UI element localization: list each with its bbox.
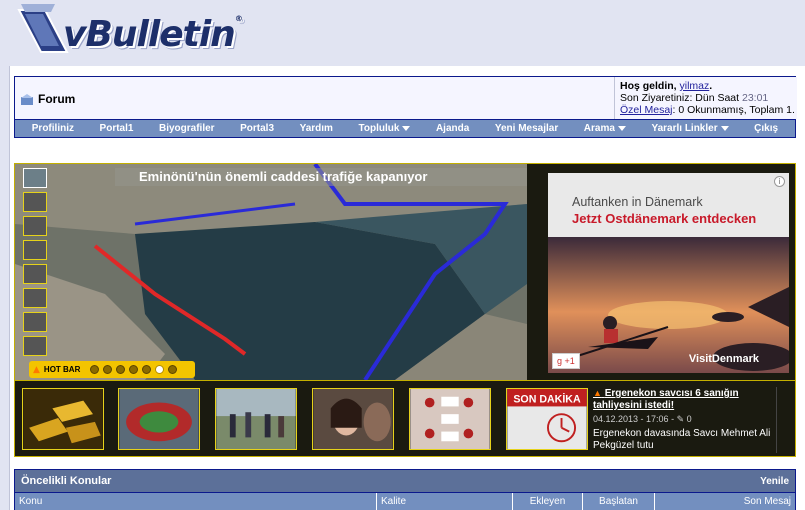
vbulletin-logo[interactable]: vBulletin® bbox=[15, 2, 243, 64]
header-logo-area: vBulletin® bbox=[9, 0, 805, 66]
hotbar-dot[interactable] bbox=[103, 365, 113, 374]
nav-item-arama[interactable]: Arama bbox=[584, 123, 626, 134]
hotbar: ▲ HOT BAR bbox=[29, 361, 195, 378]
hotbar-dot[interactable] bbox=[116, 365, 126, 374]
slider-thumbnail[interactable] bbox=[23, 216, 47, 236]
nav-item-topluluk[interactable]: Topluluk bbox=[358, 123, 411, 134]
hotbar-label: HOT BAR bbox=[43, 365, 81, 374]
chevron-down-icon bbox=[402, 126, 411, 131]
featured-news-body: Ergenekon davasında Savcı Mehmet Ali Pek… bbox=[593, 428, 771, 451]
news-slider: Eminönü'nün önemli caddesi trafiğe kapan… bbox=[14, 163, 796, 381]
forum-home-icon bbox=[21, 93, 33, 105]
google-plus-button[interactable]: g +1 bbox=[552, 353, 580, 369]
priority-threads-title: Öncelikli Konular bbox=[21, 475, 112, 487]
flame-icon: ▲ bbox=[33, 364, 40, 375]
nav-item-yeni-mesajlar[interactable]: Yeni Mesajlar bbox=[495, 123, 558, 134]
slider-thumbnail[interactable] bbox=[23, 288, 47, 308]
ad-info-icon[interactable]: i bbox=[774, 176, 785, 187]
nav-item-biyografiler[interactable]: Biyografiler bbox=[159, 123, 215, 134]
refresh-link[interactable]: Yenile bbox=[760, 476, 789, 487]
slider-thumbnail[interactable] bbox=[23, 240, 47, 260]
news-thumb-gold[interactable] bbox=[22, 388, 104, 450]
chevron-down-icon bbox=[720, 126, 729, 131]
last-visit-time: 23:01 bbox=[741, 92, 769, 104]
ad-header: Auftanken in Dänemark Jetzt Ostdänemark … bbox=[548, 173, 789, 237]
nav-item-cikis[interactable]: Çıkış bbox=[754, 123, 778, 134]
breadcrumb[interactable]: Forum bbox=[21, 92, 75, 106]
private-message-link[interactable]: Özel Mesaj bbox=[620, 104, 673, 116]
ad-line2: Jetzt Ostdänemark entdecken bbox=[572, 211, 757, 226]
hotbar-dot-active[interactable] bbox=[155, 365, 165, 374]
featured-news: ▲ Ergenekon savcısı 6 sanığın tahliyesin… bbox=[593, 387, 777, 453]
threads-table-header: Konu Kalite Ekleyen Başlatan Son Mesaj bbox=[14, 493, 796, 510]
slider-thumbnail[interactable] bbox=[23, 336, 47, 356]
logo-wordmark: vBulletin® bbox=[63, 14, 243, 55]
slider-thumbnails bbox=[23, 168, 49, 360]
nav-item-ajanda[interactable]: Ajanda bbox=[436, 123, 469, 134]
hotbar-dot[interactable] bbox=[168, 365, 178, 374]
featured-news-title[interactable]: ▲ Ergenekon savcısı 6 sanığın tahliyesin… bbox=[593, 387, 776, 412]
news-thumb-son-dakika[interactable]: SON DAKİKA bbox=[506, 388, 588, 450]
ad-brand: VisitDenmark bbox=[688, 353, 759, 365]
slider-thumbnail[interactable] bbox=[23, 192, 47, 212]
slider-main-image[interactable]: Eminönü'nün önemli caddesi trafiğe kapan… bbox=[15, 164, 527, 380]
forum-header-bar: Forum Hoş geldin, yilmaz. Son Ziyaretini… bbox=[14, 76, 797, 120]
news-thumb-people[interactable] bbox=[215, 388, 297, 450]
nav-item-yardim[interactable]: Yardım bbox=[300, 123, 333, 134]
column-header-baslatan[interactable]: Başlatan bbox=[583, 493, 655, 510]
last-visit-label: Son Ziyaretiniz: Dün Saat bbox=[620, 92, 740, 104]
column-header-konu[interactable]: Konu bbox=[15, 493, 377, 510]
user-welcome-box: Hoş geldin, yilmaz. Son Ziyaretiniz: Dün… bbox=[614, 77, 797, 119]
news-thumbnail-strip: SON DAKİKA ▲ Ergenekon savcısı 6 sanığın… bbox=[14, 381, 796, 457]
map-image bbox=[15, 164, 527, 380]
column-header-kalite[interactable]: Kalite bbox=[377, 493, 513, 510]
comment-icon: ✎ bbox=[676, 414, 685, 424]
nav-item-portal1[interactable]: Portal1 bbox=[100, 123, 134, 134]
nav-item-profiliniz[interactable]: Profiliniz bbox=[32, 123, 74, 134]
son-dakika-badge: SON DAKİKA bbox=[513, 393, 581, 406]
nav-item-portal3[interactable]: Portal3 bbox=[240, 123, 274, 134]
slider-thumbnail[interactable] bbox=[23, 168, 47, 188]
slider-headline[interactable]: Eminönü'nün önemli caddesi trafiğe kapan… bbox=[115, 168, 527, 186]
featured-news-meta: 04.12.2013 - 17:06 - ✎ 0 bbox=[593, 414, 692, 424]
column-header-ekleyen[interactable]: Ekleyen bbox=[513, 493, 583, 510]
advertisement-banner[interactable]: Auftanken in Dänemark Jetzt Ostdänemark … bbox=[548, 173, 789, 373]
slider-thumbnail[interactable] bbox=[23, 312, 47, 332]
hotbar-dot[interactable] bbox=[90, 365, 100, 374]
slider-thumbnail[interactable] bbox=[23, 264, 47, 284]
private-message-status: : 0 Okunmamış, Toplam 1. bbox=[672, 104, 795, 116]
nav-item-yararli-linkler[interactable]: Yararlı Linkler bbox=[651, 123, 729, 134]
username-link[interactable]: yilmaz bbox=[680, 80, 710, 92]
hotbar-dot[interactable] bbox=[142, 365, 152, 374]
column-header-son-mesaj[interactable]: Son Mesaj bbox=[655, 493, 795, 510]
hotbar-dot[interactable] bbox=[129, 365, 139, 374]
news-thumb-woman[interactable] bbox=[312, 388, 394, 450]
breadcrumb-forum-label: Forum bbox=[38, 92, 76, 106]
main-nav-menu: Profiliniz Portal1 Biyografiler Portal3 … bbox=[14, 120, 796, 138]
priority-threads-header: Öncelikli Konular Yenile bbox=[14, 469, 796, 493]
welcome-prefix: Hoş geldin, bbox=[620, 80, 677, 92]
chevron-down-icon bbox=[617, 126, 626, 131]
news-thumb-diagram[interactable] bbox=[409, 388, 491, 450]
ad-line1: Auftanken in Dänemark bbox=[572, 195, 703, 209]
flame-icon: ▲ bbox=[593, 388, 602, 398]
news-thumb-stadium[interactable] bbox=[118, 388, 200, 450]
